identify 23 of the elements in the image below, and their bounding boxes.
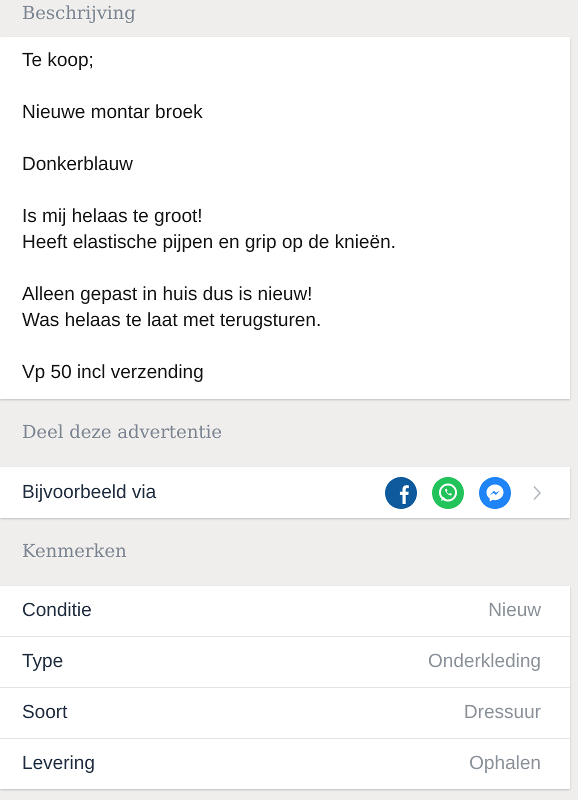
facebook-icon[interactable] <box>385 476 417 508</box>
section-heading: Kenmerken <box>21 540 128 564</box>
description-paragraph: Is mij helaas te groot! Heeft elastische pijpen en grip op de knieën. <box>22 205 397 255</box>
chevron-right-icon <box>532 484 542 500</box>
description-paragraph: Vp 50 incl verzending <box>22 361 205 385</box>
description-paragraph: Nieuwe montar broek <box>22 101 204 125</box>
share-row[interactable]: Bijvoorbeeld via <box>0 467 570 518</box>
feature-label: Levering <box>22 753 95 775</box>
feature-value: Ophalen <box>469 753 541 775</box>
description-paragraph: Donkerblauw <box>22 153 134 177</box>
section-heading: Deel deze advertentie <box>21 421 224 445</box>
feature-label: Type <box>22 651 64 673</box>
description-paragraph: Te koop; <box>22 49 95 73</box>
feature-label: Conditie <box>22 600 92 622</box>
messenger-icon[interactable] <box>479 476 511 508</box>
feature-value: Dressuur <box>464 702 541 724</box>
feature-value: Onderkleding <box>428 651 541 673</box>
share-label: Bijvoorbeeld via <box>22 482 156 504</box>
description-paragraph: Alleen gepast in huis dus is nieuw! Was helaas te laat met terugsturen. <box>22 283 322 333</box>
feature-value: Nieuw <box>488 600 541 622</box>
feature-label: Soort <box>22 702 68 724</box>
whatsapp-icon[interactable] <box>432 476 464 508</box>
section-heading: Beschrijving <box>21 2 137 26</box>
